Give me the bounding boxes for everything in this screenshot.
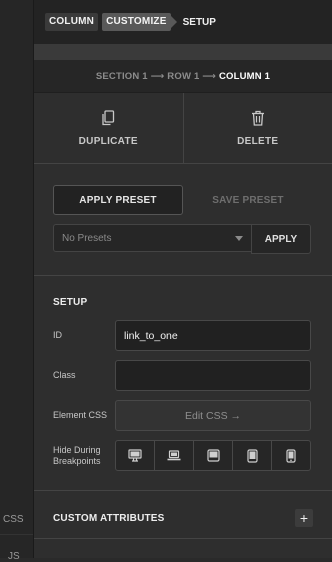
hide-breakpoints-label: Hide During Breakpoints <box>53 445 115 467</box>
breadcrumb: COLUMN CUSTOMIZE SETUP <box>34 0 332 44</box>
section-divider <box>34 490 332 491</box>
left-sidebar-strip: CSS JS <box>0 0 34 558</box>
apply-preset-tab[interactable]: APPLY PRESET <box>53 185 183 215</box>
preset-select-value: No Presets <box>62 233 111 244</box>
path-arrow: ⟶ <box>202 71 216 82</box>
path-section[interactable]: SECTION 1 <box>96 71 148 82</box>
breakpoint-toggles <box>115 440 311 471</box>
delete-label: DELETE <box>237 136 278 147</box>
sidebar-divider <box>0 534 33 535</box>
setup-title: SETUP <box>53 276 313 311</box>
breakpoints-row: Hide During Breakpoints <box>53 440 313 471</box>
add-attribute-button[interactable]: + <box>295 509 313 527</box>
duplicate-icon <box>101 110 115 126</box>
tablet-portrait-icon <box>247 449 258 463</box>
panel-tab-strip <box>34 44 332 61</box>
breadcrumb-setup: SETUP <box>183 17 216 28</box>
setup-section: SETUP ID link_to_one Class Element CSS E… <box>34 276 332 471</box>
breadcrumb-column[interactable]: COLUMN <box>45 13 98 31</box>
trash-icon <box>251 110 265 126</box>
plus-icon: + <box>300 511 308 525</box>
id-field[interactable]: link_to_one <box>115 320 311 351</box>
element-path: SECTION 1 ⟶ ROW 1 ⟶ COLUMN 1 <box>34 61 332 92</box>
js-tab[interactable]: JS <box>8 551 20 562</box>
apply-button[interactable]: APPLY <box>251 224 311 254</box>
path-arrow: ⟶ <box>151 71 165 82</box>
duplicate-button[interactable]: DUPLICATE <box>34 93 183 163</box>
breakpoint-tablet-portrait-toggle[interactable] <box>232 441 271 470</box>
element-css-label: Element CSS <box>53 410 115 421</box>
laptop-icon <box>167 450 181 461</box>
section-divider <box>34 538 332 539</box>
css-tab[interactable]: CSS <box>3 514 24 525</box>
breakpoint-mobile-toggle[interactable] <box>271 441 310 470</box>
custom-attributes-title: CUSTOM ATTRIBUTES <box>53 513 165 524</box>
desktop-icon <box>128 449 142 462</box>
breakpoint-laptop-toggle[interactable] <box>154 441 193 470</box>
chevron-down-icon <box>235 236 243 241</box>
breakpoint-tablet-landscape-toggle[interactable] <box>193 441 232 470</box>
path-column: COLUMN 1 <box>219 71 270 82</box>
delete-button[interactable]: DELETE <box>183 93 332 163</box>
class-label: Class <box>53 370 115 381</box>
class-field[interactable] <box>115 360 311 391</box>
tablet-landscape-icon <box>207 449 220 462</box>
class-row: Class <box>53 360 313 391</box>
path-row[interactable]: ROW 1 <box>167 71 199 82</box>
id-label: ID <box>53 330 115 341</box>
element-css-row: Element CSS Edit CSS → <box>53 400 313 431</box>
preset-select[interactable]: No Presets <box>53 224 251 252</box>
duplicate-label: DUPLICATE <box>79 136 138 147</box>
save-preset-tab[interactable]: SAVE PRESET <box>183 185 313 215</box>
mobile-icon <box>286 449 296 463</box>
id-row: ID link_to_one <box>53 320 313 351</box>
edit-css-button[interactable]: Edit CSS → <box>115 400 311 431</box>
inspector-panel: COLUMN CUSTOMIZE SETUP SECTION 1 ⟶ ROW 1… <box>34 0 332 558</box>
custom-attributes-section: CUSTOM ATTRIBUTES + <box>34 498 332 538</box>
element-actions: DUPLICATE DELETE <box>34 92 332 164</box>
presets-section: APPLY PRESET SAVE PRESET No Presets APPL… <box>34 164 332 276</box>
breakpoint-desktop-toggle[interactable] <box>116 441 154 470</box>
breadcrumb-customize[interactable]: CUSTOMIZE <box>102 13 171 31</box>
